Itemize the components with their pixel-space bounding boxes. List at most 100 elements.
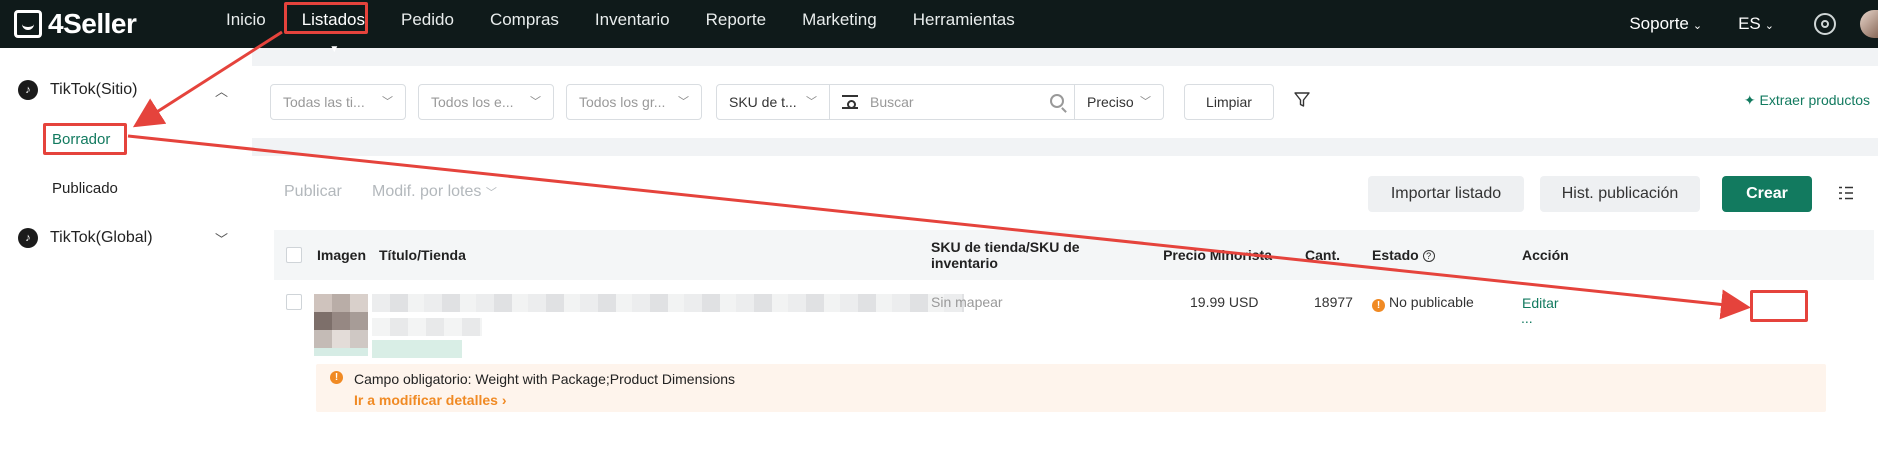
qty-value: 18977 <box>1314 294 1353 310</box>
product-title-blurred[interactable] <box>372 294 964 312</box>
col-price: Precio Minorista <box>1163 247 1272 263</box>
chevron-down-icon: ﹀ <box>1140 96 1151 108</box>
chevron-down-icon: ﹀ <box>214 232 228 247</box>
status-value: ! No publicable <box>1372 294 1474 312</box>
search-input[interactable]: Buscar <box>829 84 1075 120</box>
listing-panel: Publicar Modif. por lotes ﹀ Importar lis… <box>252 156 1878 453</box>
sidebar-group-tiktok-global[interactable]: ♪ TikTok(Global) ﹀ <box>0 218 252 258</box>
edit-link[interactable]: Editar <box>1522 295 1559 311</box>
select-all-checkbox[interactable] <box>286 247 302 263</box>
nav-marketing[interactable]: Marketing <box>784 0 895 48</box>
col-image: Imagen <box>317 247 367 263</box>
product-title-blurred-line2 <box>372 318 482 336</box>
status-label: No publicable <box>1389 294 1474 310</box>
col-sku: SKU de tienda/SKU de inventario <box>931 239 1080 271</box>
extract-products-link[interactable]: ✦ Extraer productos <box>1744 92 1870 109</box>
match-mode-value: Preciso <box>1087 94 1134 110</box>
nav-pedido[interactable]: Pedido <box>383 0 472 48</box>
chevron-down-icon: ﹀ <box>485 187 497 199</box>
nav-inventario[interactable]: Inventario <box>577 0 688 48</box>
column-settings-icon[interactable] <box>1838 186 1854 200</box>
sidebar-group-label: TikTok(Sitio) <box>50 81 138 98</box>
col-sku-line2: inventario <box>931 255 998 271</box>
table-row: Sin mapear 19.99 USD 18977 ! No publicabl… <box>274 280 1874 453</box>
create-button[interactable]: Crear <box>1722 176 1812 212</box>
more-actions-button[interactable]: ... <box>1521 310 1533 326</box>
chevron-down-icon: ﹀ <box>530 96 541 108</box>
store-filter-select[interactable]: Todas las ti... ﹀ <box>270 84 406 120</box>
store-name-blurred <box>372 340 462 358</box>
help-icon[interactable]: ? <box>1422 250 1435 262</box>
table-header: Imagen Título/Tienda SKU de tienda/SKU d… <box>274 230 1874 280</box>
logo[interactable]: 4Seller <box>14 8 137 40</box>
modify-details-label: Ir a modificar detalles <box>354 392 498 408</box>
chevron-down-icon: ﹀ <box>806 96 817 108</box>
col-status-label: Estado <box>1372 247 1419 263</box>
product-thumbnail[interactable] <box>314 294 368 348</box>
warning-icon: ! <box>330 371 343 384</box>
chevron-up-icon: ︿ <box>214 84 228 99</box>
chevron-down-icon: ⌄ <box>1692 20 1703 32</box>
annotation-highlight-borrador <box>43 123 127 155</box>
col-qty: Cant. <box>1305 247 1340 263</box>
col-title: Título/Tienda <box>379 247 466 263</box>
clear-button[interactable]: Limpiar <box>1184 84 1274 120</box>
sku-type-select[interactable]: SKU de t... ﹀ <box>716 84 830 120</box>
filter-funnel-icon[interactable] <box>1294 92 1310 108</box>
nav-compras[interactable]: Compras <box>472 0 577 48</box>
nav-inicio[interactable]: Inicio <box>208 0 284 48</box>
filter-bar: Todas las ti... ﹀ Todos los e... ﹀ Todos l… <box>252 66 1878 138</box>
top-right-controls: Soporte ⌄ ES ⌄ <box>1593 0 1878 48</box>
support-menu[interactable]: Soporte ⌄ <box>1629 14 1702 34</box>
alert-text: Campo obligatorio: Weight with Package;P… <box>354 371 736 387</box>
annotation-highlight-listados <box>284 2 368 34</box>
publish-button[interactable]: Publicar <box>284 183 342 201</box>
store-filter-value: Todas las ti... <box>283 94 365 110</box>
thumbnail-caption-blurred <box>314 348 368 356</box>
support-label: Soporte <box>1629 14 1689 33</box>
group-filter-select[interactable]: Todos los gr... ﹀ <box>566 84 702 120</box>
publish-history-button[interactable]: Hist. publicación <box>1540 176 1700 212</box>
modify-details-link[interactable]: Ir a modificar detalles › <box>354 392 507 408</box>
settings-gear-icon[interactable] <box>1814 13 1836 35</box>
sidebar: ♪ TikTok(Sitio) ︿ Borrador Publicado ♪ T… <box>0 48 252 453</box>
tiktok-icon: ♪ <box>18 228 38 248</box>
sku-type-value: SKU de t... <box>729 94 797 110</box>
sku-value: Sin mapear <box>931 294 1003 310</box>
price-value: 19.99 USD <box>1190 294 1259 310</box>
row-checkbox[interactable] <box>286 294 302 310</box>
sidebar-group-label: TikTok(Global) <box>50 229 153 246</box>
chevron-down-icon: ﹀ <box>678 96 689 108</box>
group-filter-value: Todos los gr... <box>579 94 666 110</box>
user-avatar[interactable] <box>1860 10 1878 38</box>
chevron-right-icon: › <box>501 392 507 408</box>
col-action: Acción <box>1522 247 1569 263</box>
chevron-down-icon: ﹀ <box>382 96 393 108</box>
annotation-highlight-editar <box>1750 290 1808 322</box>
import-listing-button[interactable]: Importar listado <box>1368 176 1524 212</box>
status-filter-value: Todos los e... <box>431 94 514 110</box>
search-placeholder: Buscar <box>870 94 914 110</box>
warning-icon: ! <box>1372 299 1385 312</box>
search-list-icon <box>842 95 858 109</box>
language-label: ES <box>1738 14 1761 33</box>
nav-reporte[interactable]: Reporte <box>688 0 784 48</box>
bag-logo-icon <box>14 10 42 38</box>
nav-herramientas[interactable]: Herramientas <box>895 0 1033 48</box>
batch-edit-label: Modif. por lotes <box>372 183 482 200</box>
search-icon[interactable] <box>1050 94 1064 108</box>
batch-edit-menu[interactable]: Modif. por lotes ﹀ <box>372 183 497 201</box>
required-fields-alert: ! Campo obligatorio: Weight with Package… <box>316 364 1826 412</box>
top-navigation-bar: 4Seller Inicio Listados ▼ Pedido Compras… <box>0 0 1878 55</box>
match-mode-select[interactable]: Preciso ﹀ <box>1074 84 1164 120</box>
sidebar-item-publicado[interactable]: Publicado <box>52 180 118 197</box>
language-menu[interactable]: ES ⌄ <box>1738 14 1774 34</box>
extract-products-label: Extraer productos <box>1759 92 1871 108</box>
status-filter-select[interactable]: Todos los e... ﹀ <box>418 84 554 120</box>
chevron-down-icon: ▼ <box>329 44 340 55</box>
col-sku-line1: SKU de tienda/SKU de <box>931 239 1080 255</box>
sidebar-group-tiktok-sitio[interactable]: ♪ TikTok(Sitio) ︿ <box>0 70 252 110</box>
brand-name: 4Seller <box>48 8 137 39</box>
sparkle-icon: ✦ <box>1743 92 1756 108</box>
chevron-down-icon: ⌄ <box>1764 20 1774 32</box>
